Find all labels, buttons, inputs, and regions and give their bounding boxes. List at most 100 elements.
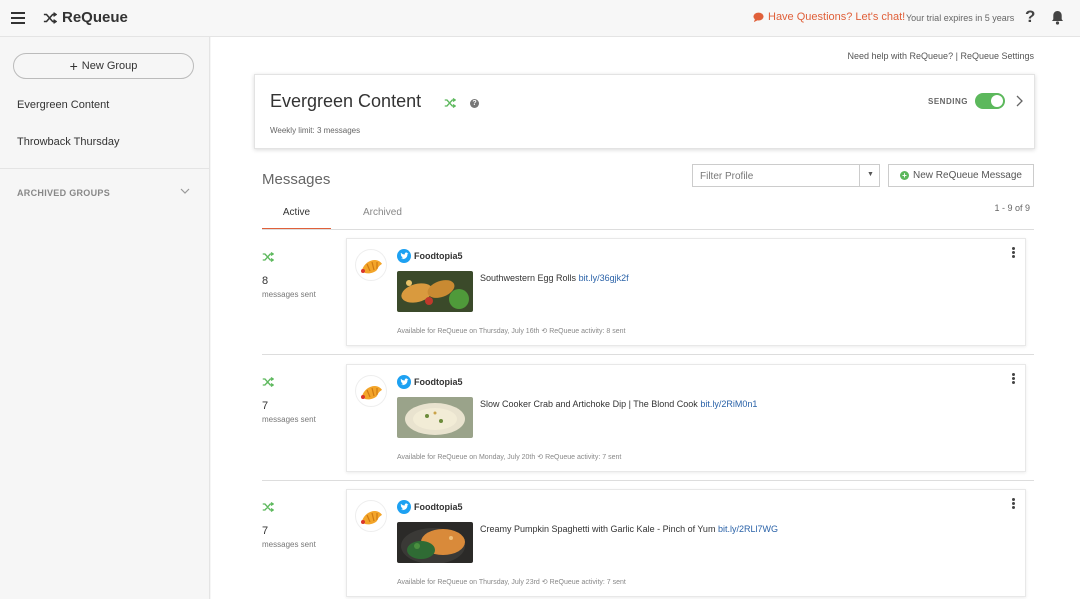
help-circle-icon[interactable]: ? (470, 99, 479, 108)
kebab-icon[interactable] (1012, 247, 1016, 259)
avatar (355, 375, 387, 407)
availability-line: Available for ReQueue on Thursday, July … (397, 327, 625, 335)
activity-text: ReQueue activity: 8 sent (549, 328, 626, 335)
sidebar-item-throwback-thursday[interactable]: Throwback Thursday (17, 136, 120, 148)
sent-count: 7 (262, 525, 269, 537)
message-link[interactable]: bit.ly/36gjk2f (579, 273, 629, 283)
message-body: Slow Cooker Crab and Artichoke Dip | The… (480, 399, 698, 409)
sending-toggle[interactable] (975, 93, 1005, 109)
pagination-count: 1 - 9 of 9 (994, 203, 1030, 213)
caret-down-icon: ▼ (867, 171, 874, 178)
sent-label: messages sent (262, 540, 316, 549)
plus-icon: + (69, 57, 78, 74)
hamburger-icon[interactable] (11, 12, 25, 24)
message-body: Creamy Pumpkin Spaghetti with Garlic Kal… (480, 524, 716, 534)
message-link[interactable]: bit.ly/2RLl7WG (718, 524, 778, 534)
weekly-limit: Weekly limit: 3 messages (270, 126, 361, 135)
plus-circle-icon: + (900, 171, 910, 180)
availability-text: Available for ReQueue on Thursday, July … (397, 579, 540, 586)
filter-placeholder: Filter Profile (700, 171, 754, 182)
sent-label: messages sent (262, 290, 316, 299)
app-name: ReQueue (62, 9, 128, 26)
toggle-knob (991, 95, 1003, 107)
message-thumbnail (397, 522, 473, 563)
availability-text: Available for ReQueue on Monday, July 20… (397, 454, 536, 461)
message-body: Southwestern Egg Rolls (480, 273, 577, 283)
twitter-icon (397, 500, 411, 514)
message-stats: 7 messages sent (262, 375, 342, 424)
activity-text: ReQueue activity: 7 sent (545, 454, 622, 461)
kebab-icon[interactable] (1012, 498, 1016, 510)
tab-active[interactable]: Active (262, 207, 331, 230)
activity-text: ReQueue activity: 7 sent (549, 579, 626, 586)
kebab-icon[interactable] (1012, 373, 1016, 385)
group-card: Evergreen Content ? Weekly limit: 3 mess… (254, 74, 1035, 149)
availability-text: Available for ReQueue on Thursday, July … (397, 328, 540, 335)
sidebar-item-evergreen-content[interactable]: Evergreen Content (17, 99, 109, 111)
main-content: Need help with ReQueue? | ReQueue Settin… (211, 37, 1080, 599)
links-separator: | (955, 51, 958, 61)
messages-heading: Messages (262, 171, 331, 188)
shuffle-icon (43, 11, 57, 24)
status-label: SENDING (928, 97, 968, 106)
shuffle-icon (262, 502, 275, 512)
profile-handle: Foodtopia5 (414, 502, 463, 512)
message-thumbnail (397, 397, 473, 438)
message-card[interactable]: Foodtopia5 Creamy Pumpkin Spaghetti with… (346, 489, 1026, 597)
help-links: Need help with ReQueue? | ReQueue Settin… (848, 51, 1035, 61)
history-icon: ⟲ (541, 328, 548, 335)
question-icon[interactable]: ? (1025, 7, 1035, 27)
shuffle-icon (262, 252, 275, 262)
chat-label: Have Questions? Let's chat! (768, 11, 906, 23)
message-card[interactable]: Foodtopia5 Slow Cooker Crab and Artichok… (346, 364, 1026, 472)
new-group-label: New Group (81, 60, 138, 72)
top-bar: ReQueue Have Questions? Let's chat! Your… (0, 0, 1080, 37)
shuffle-icon (444, 98, 456, 108)
croissant-logo (361, 260, 382, 274)
row-divider (262, 480, 1034, 481)
message-text: Southwestern Egg Rolls bit.ly/36gjk2f (480, 273, 629, 283)
croissant-logo (361, 511, 382, 525)
message-stats: 8 messages sent (262, 250, 342, 299)
sent-count: 8 (262, 275, 269, 287)
avatar (355, 500, 387, 532)
chat-link[interactable]: Have Questions? Let's chat! (753, 11, 905, 23)
shuffle-icon (262, 377, 275, 387)
profile-handle: Foodtopia5 (414, 377, 463, 387)
tab-archived[interactable]: Archived (363, 207, 402, 218)
message-card[interactable]: Foodtopia5 Southwestern Egg Rolls bit.ly… (346, 238, 1026, 346)
speech-bubble-icon (753, 12, 764, 22)
profile-row: Foodtopia5 (397, 500, 463, 514)
sidebar: + New Group Evergreen Content Throwback … (0, 37, 210, 599)
group-title: Evergreen Content (270, 91, 422, 111)
profile-handle: Foodtopia5 (414, 251, 463, 261)
settings-link[interactable]: ReQueue Settings (960, 51, 1034, 61)
bell-icon[interactable] (1051, 10, 1064, 25)
message-text: Creamy Pumpkin Spaghetti with Garlic Kal… (480, 524, 778, 534)
chevron-right-icon[interactable] (1016, 95, 1023, 107)
sidebar-divider (0, 168, 210, 169)
tabs-underline (262, 229, 1034, 230)
chevron-down-icon[interactable] (180, 187, 190, 195)
trial-notice: Your trial expires in 5 years (906, 13, 1015, 23)
history-icon: ⟲ (541, 579, 548, 586)
message-text: Slow Cooker Crab and Artichoke Dip | The… (480, 399, 757, 409)
profile-row: Foodtopia5 (397, 375, 463, 389)
message-thumbnail (397, 271, 473, 312)
select-divider (859, 165, 860, 186)
row-divider (262, 354, 1034, 355)
croissant-logo (361, 386, 382, 400)
history-icon: ⟲ (537, 454, 544, 461)
filter-profile-select[interactable]: Filter Profile ▼ (692, 164, 880, 187)
avatar (355, 249, 387, 281)
app-logo[interactable]: ReQueue (43, 9, 128, 26)
message-stats: 7 messages sent (262, 500, 342, 549)
new-group-button[interactable]: + New Group (13, 53, 194, 79)
help-link[interactable]: Need help with ReQueue? (848, 51, 954, 61)
availability-line: Available for ReQueue on Monday, July 20… (397, 453, 621, 461)
sent-label: messages sent (262, 415, 316, 424)
message-link[interactable]: bit.ly/2RiM0n1 (700, 399, 757, 409)
new-message-button[interactable]: + New ReQueue Message (888, 164, 1034, 187)
archived-groups-heading[interactable]: ARCHIVED GROUPS (17, 188, 110, 198)
twitter-icon (397, 249, 411, 263)
